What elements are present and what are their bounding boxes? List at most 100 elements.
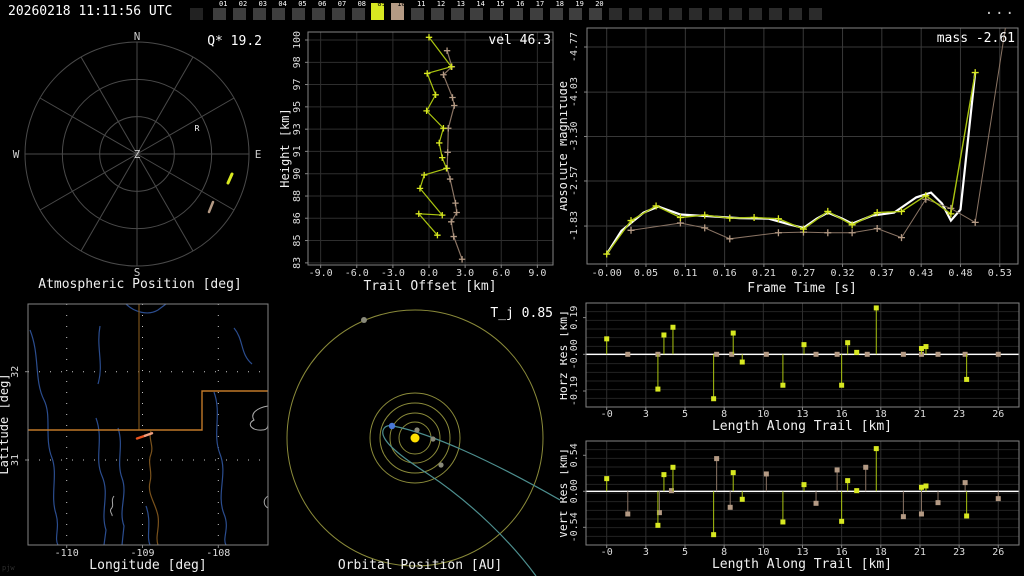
svg-text:-3.30: -3.30 <box>569 121 580 151</box>
frame-label-09: 09 <box>377 0 386 8</box>
compass-north-label: N <box>134 30 141 43</box>
svg-text:23: 23 <box>953 409 965 420</box>
frame-box-extra-4[interactable] <box>669 8 682 20</box>
overflow-menu[interactable]: ... <box>985 2 1016 18</box>
meteor-streak-primary <box>226 172 234 185</box>
frame-box-extra-1[interactable] <box>609 8 622 20</box>
vert_res-xlabel: Length Along Trail [km] <box>712 557 892 572</box>
trail-xlabel: Trail Offset [km] <box>363 279 496 294</box>
mass-badge: mass -2.61 <box>937 31 1015 46</box>
frame-box-11[interactable] <box>411 8 424 20</box>
planet-dot <box>438 462 444 468</box>
svg-text:-0.54: -0.54 <box>569 512 580 542</box>
svg-text:23: 23 <box>953 547 965 558</box>
frame-box-06[interactable] <box>312 8 325 20</box>
frame-box-14[interactable] <box>470 8 484 20</box>
svg-text:-0.00: -0.00 <box>592 268 622 279</box>
frame-box-extra-11[interactable] <box>809 8 822 20</box>
svg-text:0.0: 0.0 <box>420 268 438 279</box>
svg-text:0.43: 0.43 <box>909 268 933 279</box>
atmospheric-title: Atmospheric Position [deg] <box>38 277 242 292</box>
panel-orbital-position: T_j 0.85 Orbital Position [AU] <box>280 300 560 576</box>
planet-dot <box>414 427 420 433</box>
frame-box-02[interactable] <box>232 8 246 20</box>
svg-text:90: 90 <box>292 168 303 180</box>
frame-label-16: 16 <box>516 0 525 8</box>
frame-box-20[interactable] <box>589 8 603 20</box>
frame-label-17: 17 <box>535 0 545 8</box>
frame-box-15[interactable] <box>490 8 504 20</box>
trail-ylabel: Height [km] <box>280 108 292 187</box>
frame-box-08[interactable] <box>351 8 365 20</box>
frame-box-07[interactable] <box>331 8 345 20</box>
frame-box-17[interactable] <box>529 8 543 20</box>
vert_res-chart: -0 3 5 8 10 13 16 18 21 23 260.540.00-0.54Vert Res… <box>560 440 1020 572</box>
frame-box-blank[interactable] <box>190 8 203 20</box>
svg-text:0.27: 0.27 <box>791 268 815 279</box>
river-line <box>29 329 59 546</box>
frame-box-extra-8[interactable] <box>749 8 762 20</box>
meteor-streak-secondary <box>207 200 215 214</box>
frame-box-12[interactable] <box>430 8 444 20</box>
svg-text:93: 93 <box>292 123 303 135</box>
svg-text:5: 5 <box>682 547 688 558</box>
svg-text:0.00: 0.00 <box>569 479 580 503</box>
river-line <box>233 327 253 365</box>
frame-label-03: 03 <box>258 0 268 8</box>
frame-box-04[interactable] <box>272 8 286 20</box>
magnitude-fit-line <box>605 72 977 255</box>
frame-box-13[interactable] <box>450 8 464 20</box>
svg-text:95: 95 <box>292 101 303 113</box>
frame-label-01: 01 <box>219 0 228 8</box>
frame-label-05: 05 <box>298 0 307 8</box>
frame-box-05[interactable] <box>292 8 306 20</box>
velocity-badge: vel 46.3 <box>488 33 551 48</box>
svg-text:5: 5 <box>682 409 688 420</box>
trail-offset-chart: -9.0 -6.0 -3.0 0.0 3.0 6.0 9.0 100 98 97 95 93 91 90 8… <box>280 31 554 294</box>
ground-track-end <box>143 431 154 438</box>
magnitude-xlabel: Frame Time [s] <box>747 281 857 296</box>
trail-series-camera-2 <box>440 47 466 263</box>
frame-box-extra-7[interactable] <box>729 8 742 20</box>
ground-track-start <box>135 434 147 440</box>
frame-box-extra-10[interactable] <box>789 8 802 20</box>
svg-text:83: 83 <box>292 257 303 269</box>
frame-box-extra-2[interactable] <box>629 8 642 20</box>
river-line <box>97 325 101 385</box>
frame-label-02: 02 <box>238 0 248 8</box>
orbit-title: Orbital Position [AU] <box>338 558 502 573</box>
frame-box-19[interactable] <box>569 8 583 20</box>
frame-box-extra-3[interactable] <box>649 8 662 20</box>
svg-text:0.48: 0.48 <box>948 268 972 279</box>
frame-label-08: 08 <box>357 0 367 8</box>
svg-text:0.05: 0.05 <box>634 268 658 279</box>
frame-label-12: 12 <box>436 0 446 8</box>
frame-strip: 01 02 03 04 05 06 07 08 09 10 11 12 13 14 15 16 17 18 19 20 <box>0 0 960 24</box>
international-border-line <box>28 390 268 431</box>
frame-box-extra-5[interactable] <box>689 8 702 20</box>
frame-box-18[interactable] <box>549 8 563 20</box>
planet-dot <box>430 436 436 442</box>
frame-label-06: 06 <box>318 0 327 8</box>
map-xlabel: Longitude [deg] <box>89 558 206 573</box>
svg-text:100: 100 <box>292 31 303 49</box>
svg-text:97: 97 <box>292 78 303 90</box>
svg-text:32: 32 <box>10 366 21 378</box>
vert_res-ylabel: Vert Res [km] <box>560 448 570 538</box>
vert_res-series-camera-2 <box>625 456 1001 520</box>
frame-label-20: 20 <box>595 0 604 8</box>
magnitude-series-camera-1 <box>603 69 979 258</box>
panel-absolute-magnitude: -0.00 0.05 0.11 0.16 0.21 0.27 0.32 0.37 0.43 0.4… <box>560 24 1024 300</box>
frame-box-extra-6[interactable] <box>709 8 722 20</box>
panel-horz-residuals: -0 3 5 8 10 13 16 18 21 23 26 0.19 -0.00 -0.19 Horz Re… <box>560 300 1024 438</box>
frame-box-01[interactable] <box>213 8 226 20</box>
compass-west-label: W <box>13 148 20 161</box>
frame-box-extra-9[interactable] <box>769 8 782 20</box>
frame-box-16[interactable] <box>510 8 523 20</box>
magnitude-ylabel: Absolute Magnitude <box>560 81 570 211</box>
frame-box-03[interactable] <box>252 8 266 20</box>
q-value-badge: Q* 19.2 <box>207 34 262 49</box>
panel-trail-offset: -9.0 -6.0 -3.0 0.0 3.0 6.0 9.0 100 98 97 95 93 91 90 8… <box>280 24 560 300</box>
svg-text:3.0: 3.0 <box>456 268 474 279</box>
terrain-outline <box>249 405 269 431</box>
